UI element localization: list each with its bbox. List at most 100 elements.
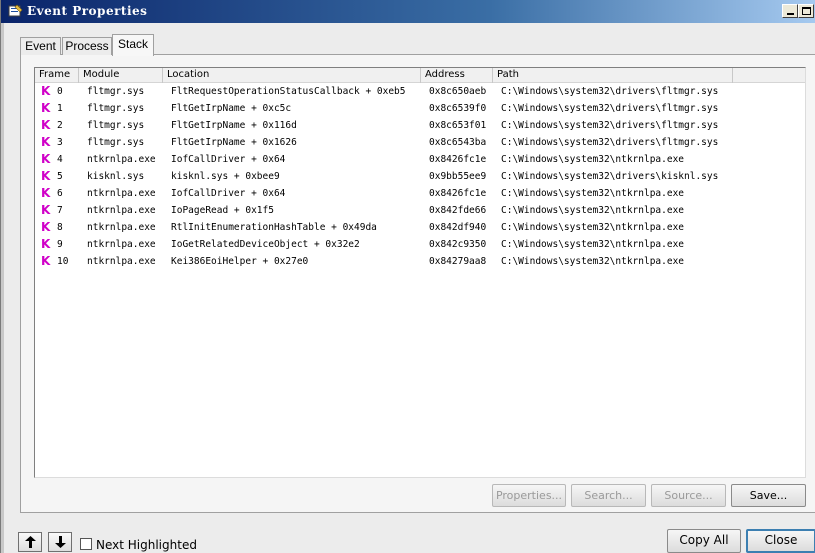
cell-path: C:\Windows\system32\drivers\fltmgr.sys bbox=[501, 120, 719, 131]
cell-path: C:\Windows\system32\drivers\fltmgr.sys bbox=[501, 103, 719, 114]
title-bar[interactable]: Event Properties bbox=[1, 0, 815, 23]
table-row[interactable]: K 2 fltmgr.sys FltGetIrpName + 0x116d 0x8c65… bbox=[35, 117, 805, 134]
table-row[interactable]: K 3 fltmgr.sys FltGetIrpName + 0x1626 0x8c65… bbox=[35, 134, 805, 151]
save-button[interactable]: Save... bbox=[731, 484, 806, 507]
cell-frame: 8 bbox=[57, 222, 63, 233]
cell-frame: 9 bbox=[57, 239, 63, 250]
cell-path: C:\Windows\system32\ntkrnlpa.exe bbox=[501, 256, 685, 267]
arrow-up-icon bbox=[25, 536, 36, 548]
search-button-label: Search... bbox=[584, 489, 633, 502]
minimize-button[interactable] bbox=[782, 4, 798, 18]
properties-button-label: Properties... bbox=[495, 489, 563, 502]
cell-location: IofCallDriver + 0x64 bbox=[171, 154, 286, 165]
column-header-location[interactable]: Location bbox=[163, 68, 421, 83]
cell-module: ntkrnlpa.exe bbox=[87, 239, 156, 250]
cell-address: 0x8c653f01 bbox=[429, 120, 487, 131]
cell-location: Kei386EoiHelper + 0x27e0 bbox=[171, 256, 309, 267]
cell-location: FltRequestOperationStatusCallback + 0xeb… bbox=[171, 86, 406, 97]
maximize-button[interactable] bbox=[798, 4, 814, 18]
cell-frame: 7 bbox=[57, 205, 63, 216]
cell-module: ntkrnlpa.exe bbox=[87, 256, 156, 267]
cell-location: kisknl.sys + 0xbee9 bbox=[171, 171, 280, 182]
cell-module: fltmgr.sys bbox=[87, 86, 145, 97]
cell-module: fltmgr.sys bbox=[87, 137, 145, 148]
kernel-frame-icon: K bbox=[41, 135, 51, 149]
next-highlighted-label: Next Highlighted bbox=[96, 538, 197, 552]
cell-path: C:\Windows\system32\ntkrnlpa.exe bbox=[501, 154, 685, 165]
cell-frame: 0 bbox=[57, 86, 63, 97]
cell-module: fltmgr.sys bbox=[87, 120, 145, 131]
column-header-module[interactable]: Module bbox=[79, 68, 163, 83]
kernel-frame-icon: K bbox=[41, 186, 51, 200]
table-row[interactable]: K 4 ntkrnlpa.exe IofCallDriver + 0x64 0x8426… bbox=[35, 151, 805, 168]
table-row[interactable]: K 6 ntkrnlpa.exe IofCallDriver + 0x64 0x8426… bbox=[35, 185, 805, 202]
cell-frame: 4 bbox=[57, 154, 63, 165]
kernel-frame-icon: K bbox=[41, 220, 51, 234]
table-row[interactable]: K 8 ntkrnlpa.exe RtlInitEnumerationHashTabl… bbox=[35, 219, 805, 236]
tab-event-label: Event bbox=[25, 39, 56, 53]
cell-path: C:\Windows\system32\drivers\kisknl.sys bbox=[501, 171, 719, 182]
cell-address: 0x8426fc1e bbox=[429, 188, 487, 199]
cell-location: FltGetIrpName + 0x1626 bbox=[171, 137, 297, 148]
properties-button[interactable]: Properties... bbox=[492, 484, 566, 507]
cell-module: fltmgr.sys bbox=[87, 103, 145, 114]
column-header-frame[interactable]: Frame bbox=[35, 68, 79, 83]
cell-module: ntkrnlpa.exe bbox=[87, 154, 156, 165]
kernel-frame-icon: K bbox=[41, 118, 51, 132]
next-button[interactable] bbox=[48, 532, 72, 552]
tab-event[interactable]: Event bbox=[20, 37, 61, 55]
cell-address: 0x8426fc1e bbox=[429, 154, 487, 165]
window-title: Event Properties bbox=[27, 4, 148, 18]
kernel-frame-icon: K bbox=[41, 101, 51, 115]
cell-module: ntkrnlpa.exe bbox=[87, 222, 156, 233]
cell-location: IoPageRead + 0x1f5 bbox=[171, 205, 274, 216]
source-button-label: Source... bbox=[664, 489, 713, 502]
cell-module: kisknl.sys bbox=[87, 171, 145, 182]
tab-process-label: Process bbox=[65, 39, 109, 53]
kernel-frame-icon: K bbox=[41, 84, 51, 98]
cell-location: RtlInitEnumerationHashTable + 0x49da bbox=[171, 222, 377, 233]
table-row[interactable]: K 0 fltmgr.sys FltRequestOperationStatusCal… bbox=[35, 83, 805, 100]
copy-all-button[interactable]: Copy All bbox=[667, 529, 741, 553]
cell-address: 0x842c9350 bbox=[429, 239, 487, 250]
column-header-address[interactable]: Address bbox=[421, 68, 493, 83]
close-button[interactable]: Close bbox=[746, 529, 815, 553]
cell-frame: 5 bbox=[57, 171, 63, 182]
column-header-path[interactable]: Path bbox=[493, 68, 733, 83]
event-properties-window: Event Properties Event Process Stack Fra… bbox=[0, 0, 815, 553]
cell-frame: 1 bbox=[57, 103, 63, 114]
cell-address: 0x8c6543ba bbox=[429, 137, 487, 148]
cell-frame: 10 bbox=[57, 256, 69, 267]
cell-frame: 6 bbox=[57, 188, 63, 199]
tab-stack[interactable]: Stack bbox=[112, 34, 154, 56]
cell-location: IofCallDriver + 0x64 bbox=[171, 188, 286, 199]
cell-frame: 3 bbox=[57, 137, 63, 148]
table-row[interactable]: K 5 kisknl.sys kisknl.sys + 0xbee9 0x9bb55ee… bbox=[35, 168, 805, 185]
kernel-frame-icon: K bbox=[41, 169, 51, 183]
minimize-icon bbox=[787, 13, 794, 15]
cell-path: C:\Windows\system32\drivers\fltmgr.sys bbox=[501, 137, 719, 148]
stack-list[interactable]: Frame Module Location Address Path K 0 flt… bbox=[34, 67, 806, 478]
table-row[interactable]: K 9 ntkrnlpa.exe IoGetRelatedDeviceObject +… bbox=[35, 236, 805, 253]
cell-location: FltGetIrpName + 0x116d bbox=[171, 120, 297, 131]
window-left-edge bbox=[1, 23, 4, 553]
cell-address: 0x842fde66 bbox=[429, 205, 487, 216]
next-highlighted-checkbox[interactable] bbox=[80, 538, 92, 550]
cell-module: ntkrnlpa.exe bbox=[87, 188, 156, 199]
search-button[interactable]: Search... bbox=[571, 484, 646, 507]
cell-frame: 2 bbox=[57, 120, 63, 131]
kernel-frame-icon: K bbox=[41, 152, 51, 166]
table-row[interactable]: K 1 fltmgr.sys FltGetIrpName + 0xc5c 0x8c653… bbox=[35, 100, 805, 117]
kernel-frame-icon: K bbox=[41, 237, 51, 251]
tab-process[interactable]: Process bbox=[62, 37, 112, 55]
kernel-frame-icon: K bbox=[41, 254, 51, 268]
table-row[interactable]: K 7 ntkrnlpa.exe IoPageRead + 0x1f5 0x842fde… bbox=[35, 202, 805, 219]
tab-stack-label: Stack bbox=[117, 37, 148, 51]
cell-address: 0x9bb55ee9 bbox=[429, 171, 487, 182]
table-row[interactable]: K 10 ntkrnlpa.exe Kei386EoiHelper + 0x27e0 0… bbox=[35, 253, 805, 270]
previous-button[interactable] bbox=[18, 532, 42, 552]
source-button[interactable]: Source... bbox=[651, 484, 726, 507]
save-button-label: Save... bbox=[749, 489, 788, 502]
cell-address: 0x84279aa8 bbox=[429, 256, 487, 267]
cell-module: ntkrnlpa.exe bbox=[87, 205, 156, 216]
